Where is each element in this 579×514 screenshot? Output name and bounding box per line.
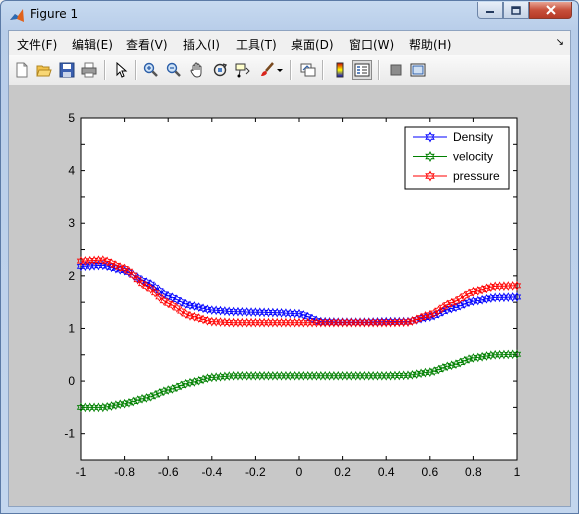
x-tick-label: 1 <box>514 465 521 479</box>
figure-window: Figure 1 文件(F) 编辑(E) 查看(V) 插入(I) 工具(T) 桌… <box>0 0 579 514</box>
menu-help[interactable]: 帮助(H) <box>409 36 451 53</box>
zoom-in-icon[interactable] <box>141 60 161 80</box>
hide-plot-tools-icon[interactable] <box>386 60 406 80</box>
menu-edit[interactable]: 编辑(E) <box>72 36 113 53</box>
open-file-icon[interactable] <box>34 60 54 80</box>
menu-desktop[interactable]: 桌面(D) <box>291 36 334 53</box>
y-tick-label: 1 <box>68 321 75 335</box>
y-tick-label: 4 <box>68 164 75 178</box>
x-tick-label: -0.8 <box>114 465 135 479</box>
figure-toolbar <box>9 55 570 86</box>
y-tick-label: 2 <box>68 269 75 283</box>
minimize-icon <box>486 11 494 13</box>
brush-dropdown-icon[interactable] <box>275 60 285 80</box>
y-tick-label: 0 <box>68 374 75 388</box>
insert-legend-icon[interactable] <box>352 60 372 80</box>
figure-canvas[interactable]: -1 -0.8 -0.6 -0.4 -0.2 0 0.2 0.4 0.6 0.8 1 -1 0 1 2 3 4 5… <box>9 86 570 506</box>
x-tick-label: 0.8 <box>465 465 482 479</box>
menu-insert[interactable]: 插入(I) <box>183 36 220 53</box>
x-tick-label: 0.2 <box>334 465 351 479</box>
close-button[interactable] <box>529 2 572 19</box>
menu-window[interactable]: 窗口(W) <box>349 36 394 53</box>
edit-plot-arrow-icon[interactable] <box>111 60 131 80</box>
rotate-3d-icon[interactable] <box>210 60 230 80</box>
menu-view[interactable]: 查看(V) <box>126 36 168 53</box>
x-tick-label: -0.4 <box>201 465 222 479</box>
new-figure-icon[interactable] <box>12 60 32 80</box>
menu-bar: 文件(F) 编辑(E) 查看(V) 插入(I) 工具(T) 桌面(D) 窗口(W… <box>9 31 570 55</box>
title-bar[interactable]: Figure 1 <box>1 1 578 30</box>
matlab-logo-icon <box>10 9 24 22</box>
menu-file[interactable]: 文件(F) <box>17 36 57 53</box>
save-icon[interactable] <box>57 60 77 80</box>
legend-label-pressure: pressure <box>453 169 500 183</box>
x-tick-label: -1 <box>76 465 87 479</box>
data-cursor-icon[interactable] <box>232 60 252 80</box>
show-plot-tools-icon[interactable] <box>408 60 428 80</box>
zoom-out-icon[interactable] <box>164 60 184 80</box>
insert-colorbar-icon[interactable] <box>330 60 350 80</box>
legend-label-Density: Density <box>453 130 493 144</box>
plot-svg[interactable]: -1 -0.8 -0.6 -0.4 -0.2 0 0.2 0.4 0.6 0.8 1 -1 0 1 2 3 4 5… <box>9 86 570 506</box>
close-icon <box>545 5 556 15</box>
minimize-button[interactable] <box>477 2 503 19</box>
y-tick-label: -1 <box>64 427 75 441</box>
print-icon[interactable] <box>79 60 99 80</box>
menu-tools[interactable]: 工具(T) <box>236 36 277 53</box>
y-tick-label: 5 <box>68 111 75 125</box>
x-tick-label: 0.6 <box>421 465 438 479</box>
maximize-icon <box>511 5 521 15</box>
pan-hand-icon[interactable] <box>187 60 207 80</box>
y-tick-label: 3 <box>68 216 75 230</box>
x-tick-label: 0.4 <box>378 465 395 479</box>
link-plot-icon[interactable] <box>298 60 318 80</box>
maximize-button[interactable] <box>503 2 529 19</box>
brush-icon[interactable] <box>257 60 277 80</box>
x-tick-label: 0 <box>296 465 303 479</box>
dock-arrow-icon[interactable]: ↘ <box>556 37 564 48</box>
x-tick-label: -0.2 <box>245 465 266 479</box>
legend-label-velocity: velocity <box>453 150 493 164</box>
window-title: Figure 1 <box>30 7 79 21</box>
figure-client-area: 文件(F) 编辑(E) 查看(V) 插入(I) 工具(T) 桌面(D) 窗口(W… <box>8 30 571 507</box>
x-tick-label: -0.6 <box>158 465 179 479</box>
